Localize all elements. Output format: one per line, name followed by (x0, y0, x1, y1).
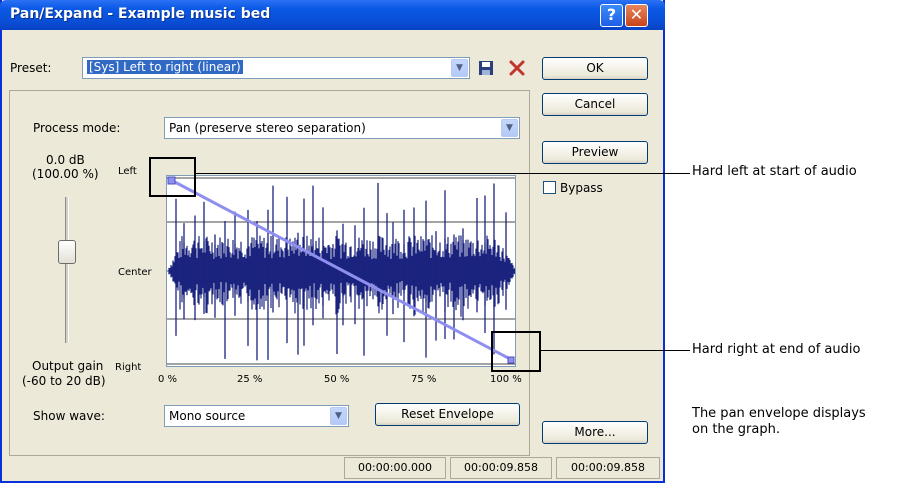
chevron-down-icon[interactable]: ▼ (501, 119, 518, 137)
show-wave-label: Show wave: (33, 409, 105, 423)
caption-line-2: on the graph. (692, 422, 780, 437)
hard-right-leader-line (541, 350, 690, 351)
help-icon: ? (606, 5, 617, 24)
gain-slider-thumb[interactable] (58, 240, 76, 264)
delete-icon (509, 60, 525, 76)
reset-envelope-button[interactable]: Reset Envelope (375, 403, 520, 426)
help-button[interactable]: ? (600, 4, 623, 27)
process-mode-dropdown[interactable]: Pan (preserve stereo separation) ▼ (164, 117, 520, 139)
pan-graph[interactable] (166, 175, 517, 367)
preset-dropdown[interactable]: [Sys] Left to right (linear) ▼ (82, 57, 470, 79)
preview-button[interactable]: Preview (542, 141, 648, 164)
y-label-center: Center (118, 267, 152, 278)
hard-left-highlight (149, 157, 196, 197)
chevron-down-icon[interactable]: ▼ (451, 59, 468, 77)
window-title: Pan/Expand - Example music bed (10, 6, 271, 22)
x-tick-50: 50 % (324, 374, 350, 385)
gain-db-value: 0.0 dB (46, 153, 85, 167)
y-label-left: Left (118, 166, 137, 177)
x-tick-100: 100 % (490, 374, 522, 385)
show-wave-value: Mono source (169, 409, 246, 423)
process-mode-value: Pan (preserve stereo separation) (169, 121, 366, 135)
x-tick-0: 0 % (158, 374, 178, 385)
status-total-length: 00:00:09.858 (556, 457, 660, 479)
hard-left-leader-line (196, 173, 690, 174)
close-button[interactable]: ✕ (625, 4, 648, 27)
save-preset-button[interactable] (478, 60, 494, 76)
hard-right-highlight (491, 331, 541, 372)
caption-line-1: The pan envelope displays (692, 406, 866, 421)
bypass-checkbox[interactable] (543, 181, 556, 194)
y-label-right: Right (115, 362, 142, 373)
title-bar[interactable]: Pan/Expand - Example music bed ? ✕ (0, 0, 665, 30)
x-tick-75: 75 % (411, 374, 437, 385)
preset-value: [Sys] Left to right (linear) (87, 60, 243, 74)
waveform-canvas[interactable] (167, 176, 517, 366)
x-tick-25: 25 % (237, 374, 263, 385)
hard-right-callout: Hard right at end of audio (692, 342, 861, 357)
cancel-button[interactable]: Cancel (542, 93, 648, 116)
delete-preset-button[interactable] (508, 59, 526, 77)
save-icon (479, 61, 493, 75)
output-gain-label: Output gain (32, 359, 104, 373)
output-gain-range: (-60 to 20 dB) (22, 374, 106, 388)
preset-label: Preset: (10, 61, 52, 75)
close-icon: ✕ (629, 5, 644, 24)
chevron-down-icon[interactable]: ▼ (330, 407, 347, 425)
process-mode-label: Process mode: (33, 121, 121, 135)
gain-slider-track[interactable] (65, 197, 69, 343)
more-button[interactable]: More... (542, 421, 648, 444)
status-selection-length: 00:00:09.858 (450, 457, 552, 479)
show-wave-dropdown[interactable]: Mono source ▼ (164, 405, 349, 427)
hard-left-callout: Hard left at start of audio (692, 164, 857, 179)
ok-button[interactable]: OK (542, 57, 648, 80)
status-cursor-time: 00:00:00.000 (344, 457, 446, 479)
gain-percent-value: (100.00 %) (32, 167, 99, 181)
bypass-label: Bypass (560, 181, 603, 195)
